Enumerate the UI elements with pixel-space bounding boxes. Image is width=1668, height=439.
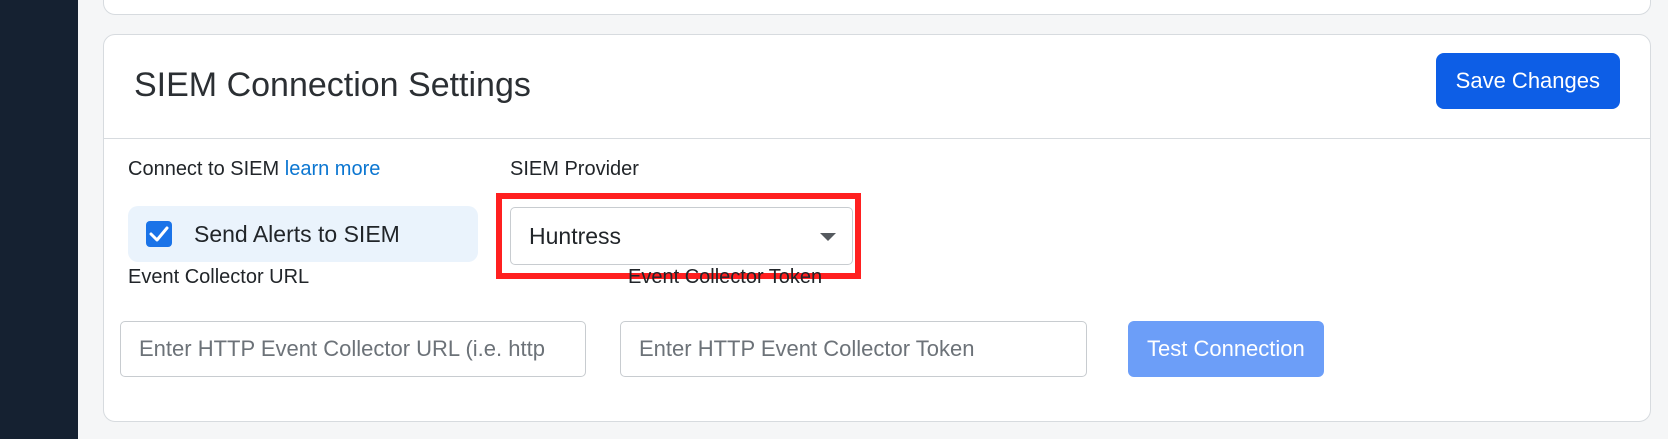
test-connection-button[interactable]: Test Connection — [1128, 321, 1324, 377]
event-collector-url-input[interactable] — [120, 321, 586, 377]
previous-card — [103, 0, 1651, 15]
caret-down-icon — [820, 233, 836, 241]
connect-label-text: Connect to SIEM — [128, 158, 280, 180]
siem-provider-label: SIEM Provider — [510, 158, 639, 180]
event-collector-token-input[interactable] — [620, 321, 1087, 377]
connect-to-siem-label: Connect to SIEM learn more — [128, 157, 380, 181]
send-alerts-checkbox[interactable] — [146, 221, 172, 247]
card-title: SIEM Connection Settings — [134, 66, 531, 104]
save-changes-button[interactable]: Save Changes — [1435, 53, 1620, 109]
siem-provider-selected: Huntress — [529, 223, 622, 249]
siem-provider-select[interactable]: Huntress — [510, 207, 853, 265]
card-header: SIEM Connection Settings Save Changes — [104, 35, 1650, 139]
siem-settings-card: SIEM Connection Settings Save Changes Co… — [103, 34, 1651, 422]
send-alerts-label: Send Alerts to SIEM — [194, 221, 400, 247]
event-collector-token-label: Event Collector Token — [628, 266, 823, 288]
checkmark-icon — [149, 226, 169, 242]
event-collector-url-label: Event Collector URL — [128, 266, 310, 288]
send-alerts-toggle[interactable]: Send Alerts to SIEM — [128, 206, 478, 262]
sidebar — [0, 0, 78, 439]
learn-more-link[interactable]: learn more — [285, 158, 381, 180]
